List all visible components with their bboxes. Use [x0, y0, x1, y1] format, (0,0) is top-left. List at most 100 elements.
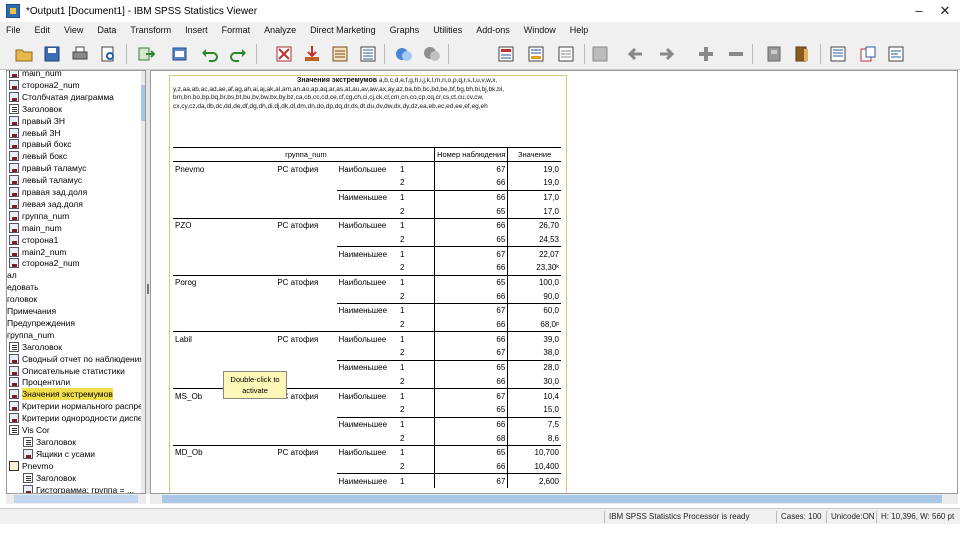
variable-cell — [173, 460, 275, 474]
table-row: Наименьшее 1 67 22,07 — [173, 246, 561, 261]
outline-item[interactable]: сторона1 — [9, 234, 58, 246]
show-icon[interactable] — [626, 44, 646, 64]
export-icon[interactable] — [136, 44, 156, 64]
table-icon — [9, 163, 19, 174]
outline-item[interactable]: Заголовок — [9, 341, 62, 353]
outline-item[interactable]: main_num — [9, 71, 62, 79]
extreme-values-table[interactable]: группа_num Номер наблюдения Значение Pne… — [173, 146, 561, 488]
outline-item[interactable]: Заголовок — [23, 436, 76, 448]
insert-new-icon[interactable] — [792, 44, 812, 64]
outline-item[interactable]: левая зад.доля — [9, 198, 83, 210]
menu-format[interactable]: Format — [222, 25, 251, 35]
group-cell — [275, 233, 336, 247]
variable-cell — [173, 403, 275, 417]
outline-item[interactable]: сторона2_num — [9, 257, 80, 269]
print-preview-icon[interactable] — [98, 44, 118, 64]
title-bar: *Output1 [Document1] - IBM SPSS Statisti… — [0, 0, 960, 22]
expand-icon[interactable] — [556, 44, 576, 64]
insert-title-icon[interactable] — [726, 44, 746, 64]
select-last-output-icon[interactable] — [422, 44, 442, 64]
outline-item[interactable]: правый таламус — [9, 162, 86, 174]
hide-icon[interactable] — [656, 44, 676, 64]
table-row: 2 68 8,6 — [173, 431, 561, 446]
recall-dialog-icon[interactable] — [170, 44, 190, 64]
outline-item[interactable]: Гистограмма: группа = ... — [23, 484, 134, 493]
insert-heading-icon[interactable] — [696, 44, 716, 64]
outline-item[interactable]: ал — [7, 269, 17, 281]
menu-add-ons[interactable]: Add-ons — [476, 25, 510, 35]
outline-pane[interactable]: main_num сторона2_num Столбчатая диаграмма… — [6, 70, 146, 494]
outline-item[interactable]: правый ЗН — [9, 115, 65, 127]
table-icon — [9, 246, 19, 257]
goto-variable-icon[interactable] — [330, 44, 350, 64]
value-cell: 28,0 — [507, 359, 561, 375]
promote-icon[interactable] — [496, 44, 516, 64]
outline-item[interactable]: правая зад.доля — [9, 186, 87, 198]
goto-case-icon[interactable] — [302, 44, 322, 64]
outline-item[interactable]: Предупреждения — [7, 317, 75, 329]
rank-cell: 1 — [398, 161, 435, 176]
variable-cell: Pnevmo — [173, 161, 276, 176]
demote-icon[interactable] — [526, 44, 546, 64]
menu-direct-marketing[interactable]: Direct Marketing — [310, 25, 376, 35]
menu-edit[interactable]: Edit — [35, 25, 51, 35]
menu-window[interactable]: Window — [524, 25, 556, 35]
insert-object-icon[interactable] — [886, 44, 906, 64]
redo-icon[interactable] — [228, 44, 248, 64]
menu-graphs[interactable]: Graphs — [390, 25, 420, 35]
outline-item[interactable]: группа_num — [7, 329, 54, 341]
direction-cell — [337, 204, 399, 218]
output-content-pane[interactable]: Значения экстремумов a,b,c,d,e,f,g,h,i,j… — [150, 70, 958, 494]
outline-item[interactable]: едовать — [7, 281, 39, 293]
save-icon[interactable] — [42, 44, 62, 64]
print-icon[interactable] — [70, 44, 90, 64]
outline-item[interactable]: Ящики с усами — [23, 448, 95, 460]
menu-view[interactable]: View — [64, 25, 83, 35]
menu-file[interactable]: File — [6, 25, 21, 35]
content-horizontal-scrollbar[interactable] — [150, 494, 958, 504]
variables-icon[interactable] — [358, 44, 378, 64]
menu-data[interactable]: Data — [97, 25, 116, 35]
menu-analyze[interactable]: Analyze — [264, 25, 296, 35]
open-icon[interactable] — [14, 44, 34, 64]
group-cell — [275, 289, 336, 303]
outline-item[interactable]: Столбчатая диаграмма — [9, 91, 114, 103]
outline-horizontal-scrollbar[interactable] — [6, 494, 146, 504]
outline-item[interactable]: Описательные статистики — [9, 365, 125, 377]
outline-item[interactable]: левый бокс — [9, 150, 67, 162]
insert-text-icon[interactable] — [764, 44, 784, 64]
outline-item[interactable]: Примечания — [7, 305, 56, 317]
outline-item[interactable]: Процентили — [9, 376, 70, 388]
goto-data-icon[interactable] — [274, 44, 294, 64]
outline-item[interactable]: Критерии нормального распределения — [9, 400, 145, 412]
menu-utilities[interactable]: Utilities — [433, 25, 462, 35]
outline-item[interactable]: левый таламус — [9, 174, 82, 186]
outline-item[interactable]: main2_num — [9, 246, 66, 258]
menu-insert[interactable]: Insert — [185, 25, 208, 35]
outline-item[interactable]: Vis Cor — [9, 424, 50, 436]
outline-item[interactable]: Сводный отчет по наблюдениям — [9, 353, 145, 365]
collapse-icon[interactable] — [590, 44, 610, 64]
table-icon — [9, 210, 19, 221]
insert-chart-icon[interactable] — [858, 44, 878, 64]
outline-item[interactable]: main_num — [9, 222, 62, 234]
outline-item[interactable]: группа_num — [9, 210, 69, 222]
outline-item[interactable]: Pnevmo — [9, 460, 53, 472]
outline-item[interactable]: Заголовок — [9, 103, 62, 115]
menu-help[interactable]: Help — [570, 25, 589, 35]
menu-transform[interactable]: Transform — [130, 25, 171, 35]
table-icon — [9, 187, 19, 197]
outline-item[interactable]: головок — [7, 293, 37, 305]
outline-item[interactable]: левый ЗН — [9, 127, 61, 139]
outline-item[interactable]: Заголовок — [23, 472, 76, 484]
close-button[interactable]: ✕ — [930, 2, 960, 20]
designate-window-icon[interactable] — [394, 44, 414, 64]
outline-item[interactable]: правый бокс — [9, 138, 71, 150]
outline-item[interactable]: Критерии однородности дисперсий — [9, 412, 145, 424]
outline-item[interactable]: сторона2_num — [9, 79, 80, 91]
outline-item[interactable]: Значения экстремумов — [9, 388, 113, 401]
undo-icon[interactable] — [200, 44, 220, 64]
processor-status: IBM SPSS Statistics Processor is ready — [604, 511, 750, 523]
heading-icon — [9, 425, 19, 435]
insert-heading-small-icon[interactable] — [828, 44, 848, 64]
